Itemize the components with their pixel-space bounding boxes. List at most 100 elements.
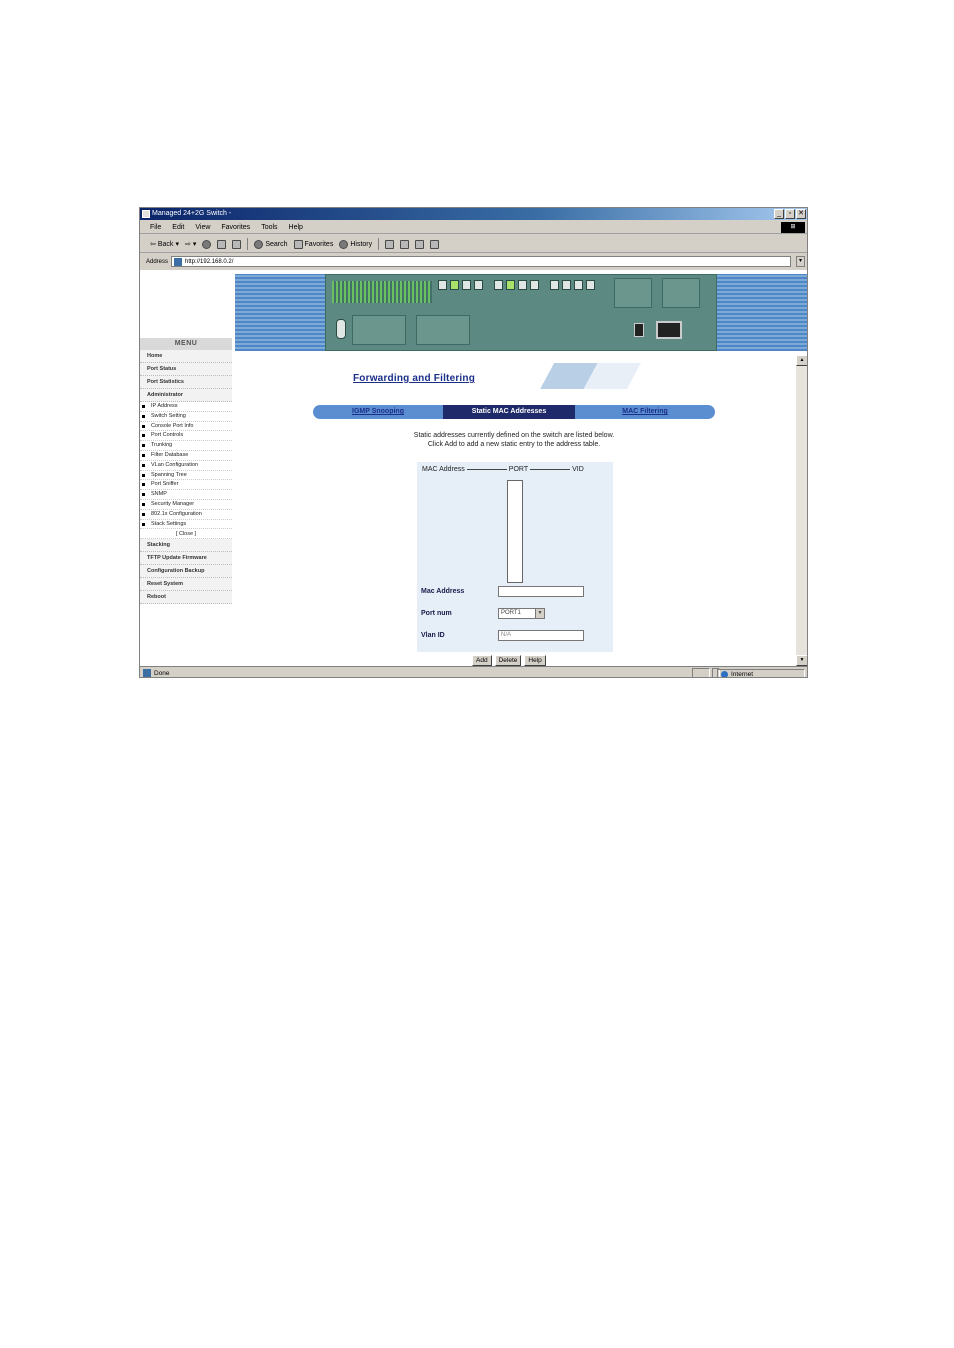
sidebar-subitem-filter-database[interactable]: Filter Database — [140, 451, 232, 461]
column-mac-address: MAC Address — [422, 466, 465, 473]
title-decoration — [530, 363, 680, 389]
forward-button[interactable]: ⇨ ▾ — [185, 240, 196, 248]
sidebar-item-port-status[interactable]: Port Status — [140, 363, 232, 376]
port-num-select[interactable]: PORT1 ▼ — [498, 608, 545, 619]
address-dropdown-icon[interactable]: ▾ — [796, 256, 805, 267]
menu-help[interactable]: Help — [289, 224, 303, 231]
led-panel — [332, 281, 432, 303]
menu-file[interactable]: File — [150, 224, 161, 231]
tab-static-mac-addresses[interactable]: Static MAC Addresses — [443, 405, 575, 419]
form-buttons: Add Delete Help — [472, 655, 546, 666]
maximize-button[interactable]: ▫ — [785, 209, 795, 219]
minimize-button[interactable]: _ — [774, 209, 784, 219]
sidebar-item-port-statistics[interactable]: Port Statistics — [140, 376, 232, 389]
sidebar-item-reset-system[interactable]: Reset System — [140, 578, 232, 592]
sidebar-item-stacking[interactable]: Stacking — [140, 539, 232, 553]
address-list-header: MAC Address PORT VID — [422, 466, 584, 473]
tab-igmp-snooping[interactable]: IGMP Snooping — [313, 405, 443, 419]
globe-icon — [721, 670, 728, 677]
sidebar-subitem-port-sniffer[interactable]: Port Sniffer — [140, 480, 232, 491]
page-icon — [174, 257, 183, 266]
security-zone: Internet — [717, 669, 805, 677]
bullet-icon — [142, 522, 145, 526]
help-button[interactable]: Help — [524, 655, 546, 666]
sidebar-item-configuration-backup[interactable]: Configuration Backup — [140, 565, 232, 579]
address-url: http://192.168.0.2/ — [185, 258, 234, 265]
switch-front-panel-image — [325, 274, 717, 351]
console-port-icon — [336, 319, 346, 339]
page-content: MENU Home Port Status Port Statistics Ad… — [140, 270, 807, 666]
sidebar-item-home[interactable]: Home — [140, 350, 232, 363]
window-title: Managed 24+2G Switch - — [152, 210, 232, 217]
favorites-button[interactable]: Favorites — [293, 239, 333, 249]
switch-banner — [235, 274, 807, 351]
static-address-listbox[interactable] — [507, 480, 523, 583]
sidebar-subitem-spanning-tree[interactable]: Spanning Tree — [140, 471, 232, 481]
sidebar-subitem-stack-settings[interactable]: Stack Settings — [140, 520, 232, 530]
status-text: Done — [154, 669, 170, 677]
refresh-icon[interactable] — [217, 239, 227, 249]
port-num-value: PORT1 — [501, 610, 521, 616]
back-arrow-icon: ⇦ — [150, 241, 156, 248]
forward-arrow-icon: ⇨ — [184, 241, 191, 248]
menu-edit[interactable]: Edit — [172, 224, 184, 231]
menu-favorites[interactable]: Favorites — [221, 224, 250, 231]
tab-mac-filtering[interactable]: MAC Filtering — [575, 405, 715, 419]
description-line-1: Static addresses currently defined on th… — [413, 432, 615, 439]
address-bar: Address http://192.168.0.2/ ▾ — [140, 255, 807, 268]
mac-address-label: Mac Address — [421, 588, 465, 595]
bullet-icon — [142, 473, 145, 477]
close-button[interactable]: ✕ — [796, 209, 806, 219]
vertical-scrollbar[interactable]: ▲ ▼ — [796, 355, 807, 666]
sidebar-item-tftp-update-firmware[interactable]: TFTP Update Firmware — [140, 552, 232, 566]
address-input[interactable]: http://192.168.0.2/ — [171, 256, 791, 267]
page-description: Static addresses currently defined on th… — [313, 431, 715, 449]
sidebar-subitem-console-port-info[interactable]: Console Port Info — [140, 422, 232, 432]
mail-icon[interactable] — [385, 239, 395, 249]
edit-icon[interactable] — [415, 239, 425, 249]
main-panel: Forwarding and Filtering IGMP Snooping S… — [235, 355, 796, 666]
home-icon[interactable] — [232, 239, 242, 249]
history-icon — [339, 239, 349, 249]
favorites-icon — [293, 239, 303, 249]
windows-logo-icon: ⊞ — [781, 222, 805, 233]
mac-address-input[interactable] — [498, 586, 584, 597]
history-button[interactable]: History — [339, 239, 372, 249]
port-num-label: Port num — [421, 610, 452, 617]
scroll-up-icon[interactable]: ▲ — [796, 355, 807, 366]
sidebar-subitem-switch-setting[interactable]: Switch Setting — [140, 412, 232, 422]
back-button[interactable]: ⇦ Back ▾ — [150, 240, 179, 249]
sidebar-subitem-security-manager[interactable]: Security Manager — [140, 500, 232, 510]
print-icon[interactable] — [400, 239, 410, 249]
bullet-icon — [142, 405, 145, 408]
vlan-id-label: Vlan ID — [421, 632, 445, 639]
sidebar-close-link[interactable]: [ Close ] — [140, 529, 232, 540]
search-label: Search — [265, 240, 288, 248]
discuss-icon[interactable] — [430, 239, 440, 249]
sidebar-subitem-vlan-configuration[interactable]: VLan Configuration — [140, 461, 232, 471]
bullet-icon — [142, 444, 145, 448]
toolbar-separator — [378, 238, 380, 250]
sidebar-subitem-snmp[interactable]: SNMP — [140, 490, 232, 500]
search-button[interactable]: Search — [254, 239, 288, 249]
sidebar-subitem-8021x-configuration[interactable]: 802.1x Configuration — [140, 510, 232, 520]
status-bar: Done Internet — [140, 666, 807, 677]
delete-button[interactable]: Delete — [494, 655, 522, 666]
column-vid: VID — [572, 466, 584, 473]
sidebar-subitem-port-controls[interactable]: Port Controls — [140, 431, 232, 442]
add-button[interactable]: Add — [472, 655, 492, 666]
module-slot-2 — [416, 315, 470, 345]
stop-icon[interactable] — [202, 239, 212, 249]
sidebar-subitem-trunking[interactable]: Trunking — [140, 441, 232, 451]
title-bar[interactable]: Managed 24+2G Switch - _ ▫ ✕ — [140, 208, 807, 220]
column-port: PORT — [508, 466, 529, 473]
sidebar-item-administrator[interactable]: Administrator — [140, 389, 232, 402]
scroll-down-icon[interactable]: ▼ — [796, 655, 807, 666]
sidebar-subitem-ip-address[interactable]: IP Address — [140, 402, 232, 412]
sidebar-item-reboot[interactable]: Reboot — [140, 591, 232, 605]
menu-view[interactable]: View — [195, 224, 210, 231]
vlan-id-input[interactable]: N/A — [498, 630, 584, 641]
power-switch-icon — [634, 323, 644, 337]
menu-tools[interactable]: Tools — [261, 224, 277, 231]
page-done-icon — [143, 669, 151, 677]
